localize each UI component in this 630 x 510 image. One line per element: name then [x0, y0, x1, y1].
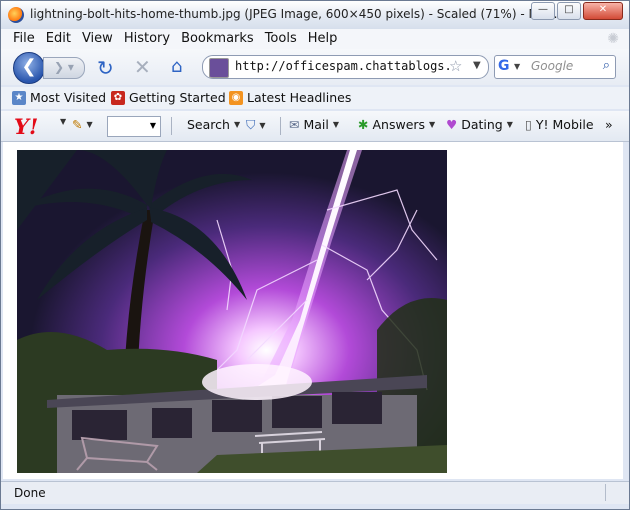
yahoo-toolbar: Y! ▼ ✎ ▼ ▼ Search ▼ ⛉ ▼ ✉ Mail ▼ ✱ Answers ▼ ♥ D…: [1, 111, 629, 142]
chevron-down-icon: ▼: [332, 120, 340, 129]
overflow-icon: »: [605, 117, 613, 132]
answers-button[interactable]: ✱ Answers ▼: [358, 117, 435, 132]
bookmark-label: Getting Started: [129, 90, 226, 105]
reload-icon: ↻: [97, 56, 114, 80]
chevron-down-icon: ▼: [259, 120, 266, 130]
getting-started-icon: ✿: [111, 90, 125, 105]
window-title: lightning-bolt-hits-home-thumb.jpg (JPEG…: [30, 7, 558, 21]
stop-button[interactable]: ✕: [134, 55, 151, 79]
chevron-down-icon: ▼: [86, 120, 93, 129]
chevron-down-icon: ▼: [429, 120, 436, 129]
yahoo-search-combo[interactable]: ▼: [107, 116, 161, 137]
lightning-photo-svg: [17, 150, 447, 473]
forward-button[interactable]: ❯ ▾: [43, 57, 85, 79]
back-button[interactable]: ❮: [13, 52, 45, 84]
home-button[interactable]: ⌂: [171, 56, 182, 77]
search-icon[interactable]: ⌕: [603, 58, 610, 73]
bookmark-label: Most Visited: [30, 90, 107, 105]
lightning-photo[interactable]: [17, 150, 447, 473]
bookmark-getting-started[interactable]: ✿ Getting Started: [111, 90, 226, 105]
browser-window: lightning-bolt-hits-home-thumb.jpg (JPEG…: [0, 0, 630, 510]
bookmark-latest-headlines[interactable]: ◉ Latest Headlines: [229, 90, 351, 105]
pencil-icon: ✎: [72, 117, 83, 132]
mail-label: Mail: [303, 117, 329, 132]
url-input[interactable]: http://officespam.chattablogs.com/ar: [235, 59, 450, 73]
toolbar-overflow-button[interactable]: »: [605, 117, 613, 132]
stop-icon: ✕: [134, 55, 151, 79]
combo-dropdown-icon: ▼: [149, 121, 156, 130]
window-controls: — □ ✕: [531, 2, 623, 20]
yahoo-menu-dropdown[interactable]: ▼: [60, 117, 66, 126]
menu-file[interactable]: File: [13, 31, 35, 46]
chevron-down-icon: ▼: [233, 120, 241, 129]
dating-icon: ♥: [446, 117, 458, 132]
page-content: [3, 142, 623, 479]
status-bar: Done: [1, 481, 629, 504]
menu-edit[interactable]: Edit: [46, 31, 71, 46]
menu-bookmarks[interactable]: Bookmarks: [181, 31, 254, 46]
dating-label: Dating: [461, 117, 503, 132]
shield-icon: ⛉: [246, 117, 256, 132]
bookmark-star-icon[interactable]: ☆: [449, 57, 462, 75]
throbber-icon: ✺: [607, 31, 619, 47]
yahoo-search-button[interactable]: Search ▼: [187, 117, 240, 132]
chevron-down-icon: ▼: [506, 120, 513, 129]
shield-button[interactable]: ⛉ ▼: [246, 117, 266, 133]
mobile-icon: ▯: [525, 117, 532, 132]
dating-button[interactable]: ♥ Dating ▼: [446, 117, 513, 132]
site-favicon-icon: [209, 58, 229, 78]
search-label: Search: [187, 117, 230, 132]
chevron-down-icon: ▼: [60, 117, 67, 126]
bookmark-most-visited[interactable]: ★ Most Visited: [12, 90, 106, 105]
status-divider: [605, 484, 606, 501]
navigation-toolbar: ❮ ❯ ▾ ↻ ✕ ⌂ http://officespam.chattablog…: [1, 49, 629, 85]
most-visited-icon: ★: [12, 90, 26, 105]
reload-button[interactable]: ↻: [97, 56, 114, 80]
pencil-button[interactable]: ✎ ▼: [72, 117, 93, 132]
firefox-icon: [8, 7, 24, 23]
toolbar-divider: [171, 117, 172, 135]
menu-history[interactable]: History: [124, 31, 170, 46]
menu-bar: File Edit View History Bookmarks Tools H…: [1, 29, 629, 49]
toolbar-divider: [280, 117, 281, 135]
menu-tools[interactable]: Tools: [265, 31, 297, 46]
engine-dropdown-icon[interactable]: ▼: [514, 62, 520, 71]
google-engine-icon[interactable]: G: [498, 58, 512, 74]
mobile-label: Y! Mobile: [535, 117, 594, 132]
mail-icon: ✉: [289, 117, 300, 132]
mobile-button[interactable]: ▯ Y! Mobile: [525, 117, 594, 132]
bookmarks-toolbar: ★ Most Visited ✿ Getting Started ◉ Lates…: [1, 87, 629, 109]
url-bar[interactable]: http://officespam.chattablogs.com/ar ☆ ▼: [202, 55, 489, 79]
close-button[interactable]: ✕: [583, 2, 623, 20]
title-bar: lightning-bolt-hits-home-thumb.jpg (JPEG…: [1, 1, 629, 29]
search-box[interactable]: G ▼ Google ⌕: [494, 55, 616, 79]
yahoo-logo[interactable]: Y!: [14, 114, 38, 139]
answers-label: Answers: [372, 117, 426, 132]
search-input[interactable]: Google: [531, 59, 573, 73]
mail-button[interactable]: ✉ Mail ▼: [289, 117, 339, 132]
menu-help[interactable]: Help: [308, 31, 338, 46]
home-icon: ⌂: [171, 56, 183, 77]
forward-arrow-icon: ❯ ▾: [54, 60, 74, 74]
url-dropdown-icon[interactable]: ▼: [473, 60, 481, 71]
answers-icon: ✱: [358, 117, 369, 132]
bookmark-label: Latest Headlines: [247, 90, 352, 105]
rss-icon: ◉: [229, 90, 243, 105]
minimize-button[interactable]: —: [531, 2, 555, 20]
menu-view[interactable]: View: [82, 31, 113, 46]
back-arrow-icon: ❮: [21, 56, 37, 77]
status-text: Done: [14, 486, 46, 500]
maximize-button[interactable]: □: [557, 2, 581, 20]
